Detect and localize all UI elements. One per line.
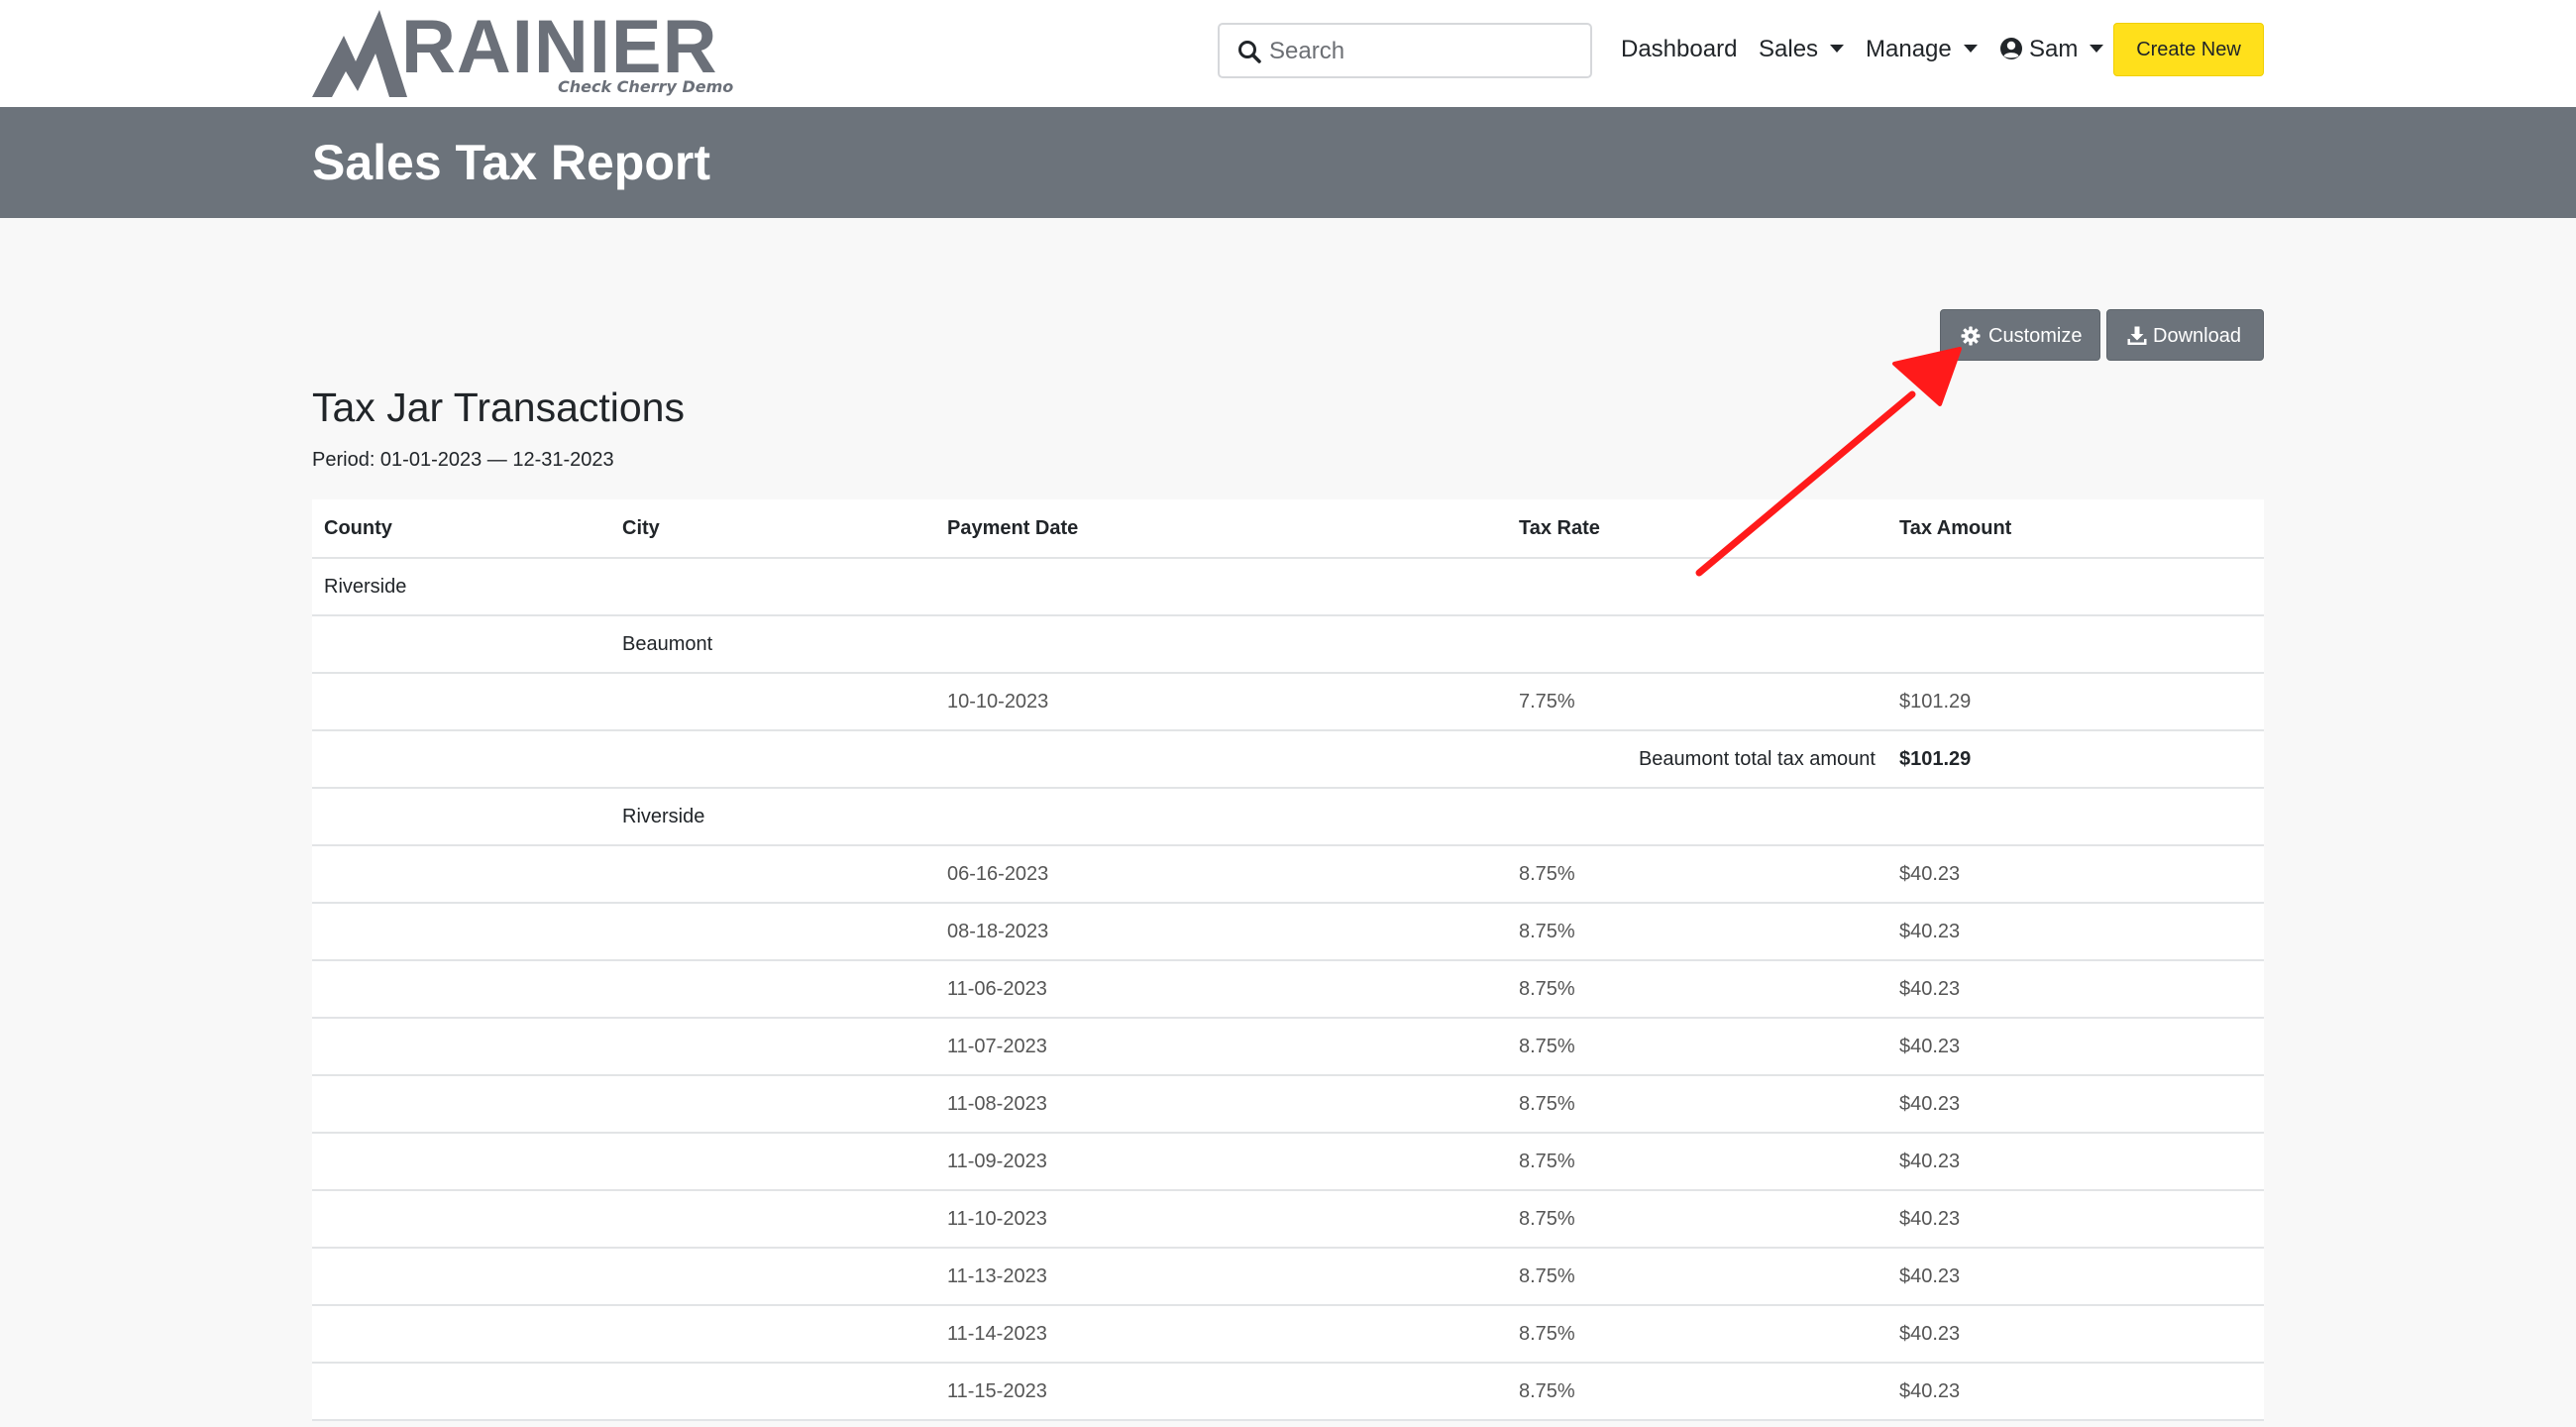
tax-amount: $40.23 [1899, 1265, 1961, 1287]
table-row: 11-10-2023 8.75% $40.23 [312, 1191, 2264, 1249]
county-group-row: Riverside [312, 559, 2264, 616]
county-name: Riverside [324, 576, 407, 598]
column-header-city[interactable]: City [622, 499, 660, 557]
table-row: 10-10-2023 7.75% $101.29 [312, 674, 2264, 731]
table-row: 11-06-2023 8.75% $40.23 [312, 961, 2264, 1019]
table-row: 11-07-2023 8.75% $40.23 [312, 1019, 2264, 1076]
page-header-band: Sales Tax Report [0, 107, 2576, 218]
customize-button[interactable]: Customize [1940, 309, 2100, 361]
payment-date: 10-10-2023 [947, 691, 1049, 713]
tax-rate: 8.75% [1519, 1380, 1575, 1402]
payment-date: 11-10-2023 [947, 1208, 1047, 1230]
tax-rate: 8.75% [1519, 978, 1575, 1000]
city-group-row: Riverside [312, 789, 2264, 846]
chevron-down-icon [2090, 45, 2104, 53]
gear-icon [1961, 326, 1981, 346]
column-header-tax-amount[interactable]: Tax Amount [1899, 499, 2011, 557]
download-button[interactable]: Download [2106, 309, 2264, 361]
tax-amount: $40.23 [1899, 863, 1961, 885]
nav-user-label: Sam [2029, 36, 2079, 62]
table-row: 06-16-2023 8.75% $40.23 [312, 846, 2264, 904]
column-header-county[interactable]: County [324, 499, 392, 557]
table-row: 11-13-2023 8.75% $40.23 [312, 1249, 2264, 1306]
nav-dashboard[interactable]: Dashboard [1621, 34, 1737, 65]
tax-rate: 8.75% [1519, 1208, 1575, 1230]
tax-amount: $40.23 [1899, 1380, 1961, 1402]
payment-date: 06-16-2023 [947, 863, 1049, 885]
chevron-down-icon [1830, 45, 1845, 53]
search-box[interactable] [1218, 23, 1592, 78]
nav-dashboard-label: Dashboard [1621, 36, 1738, 62]
nav-sales-label: Sales [1759, 36, 1819, 62]
create-new-button[interactable]: Create New [2113, 23, 2264, 76]
user-circle-icon [2000, 38, 2022, 59]
tax-rate: 8.75% [1519, 1323, 1575, 1345]
tax-rate: 8.75% [1519, 1036, 1575, 1057]
top-navbar: RAINIER Check Cherry Demo Dashboard Sale… [0, 0, 2576, 107]
table-row: 11-08-2023 8.75% $40.23 [312, 1076, 2264, 1134]
payment-date: 11-13-2023 [947, 1265, 1047, 1287]
column-header-tax-rate[interactable]: Tax Rate [1519, 499, 1600, 557]
tax-amount: $40.23 [1899, 1151, 1961, 1172]
city-total-amount: $101.29 [1899, 748, 1972, 770]
tax-rate: 8.75% [1519, 1093, 1575, 1115]
column-header-payment-date[interactable]: Payment Date [947, 499, 1078, 557]
tax-transactions-table: County City Payment Date Tax Rate Tax Am… [312, 499, 2264, 1421]
tax-rate: 7.75% [1519, 691, 1575, 713]
tax-amount: $40.23 [1899, 978, 1961, 1000]
table-header-row: County City Payment Date Tax Rate Tax Am… [312, 499, 2264, 559]
payment-date: 11-14-2023 [947, 1323, 1047, 1345]
tax-amount: $40.23 [1899, 1208, 1961, 1230]
tax-amount: $40.23 [1899, 1036, 1961, 1057]
table-row: 11-14-2023 8.75% $40.23 [312, 1306, 2264, 1364]
tax-amount: $40.23 [1899, 921, 1961, 942]
payment-date: 11-15-2023 [947, 1380, 1047, 1402]
table-row: 11-15-2023 8.75% $40.23 [312, 1364, 2264, 1421]
page-title: Sales Tax Report [312, 135, 711, 190]
tax-rate: 8.75% [1519, 863, 1575, 885]
tax-amount: $101.29 [1899, 691, 1972, 713]
city-total-label: Beaumont total tax amount [1638, 748, 1876, 770]
payment-date: 11-07-2023 [947, 1036, 1047, 1057]
download-icon [2127, 326, 2147, 345]
table-row: 08-18-2023 8.75% $40.23 [312, 904, 2264, 961]
tax-amount: $40.23 [1899, 1323, 1961, 1345]
brand-name: RAINIER [401, 5, 718, 89]
customize-label: Customize [1988, 325, 2083, 347]
tax-rate: 8.75% [1519, 921, 1575, 942]
table-row: 11-09-2023 8.75% $40.23 [312, 1134, 2264, 1191]
city-total-row: Beaumont total tax amount $101.29 [312, 731, 2264, 789]
payment-date: 11-08-2023 [947, 1093, 1047, 1115]
chevron-down-icon [1963, 45, 1978, 53]
payment-date: 11-06-2023 [947, 978, 1047, 1000]
brand-tagline: Check Cherry Demo [558, 77, 734, 96]
nav-manage-dropdown[interactable]: Manage [1866, 34, 1978, 65]
download-label: Download [2153, 325, 2241, 347]
payment-date: 11-09-2023 [947, 1151, 1047, 1172]
report-title: Tax Jar Transactions [312, 384, 685, 430]
tax-amount: $40.23 [1899, 1093, 1961, 1115]
tax-rate: 8.75% [1519, 1151, 1575, 1172]
nav-manage-label: Manage [1866, 36, 1952, 62]
search-icon [1238, 41, 1261, 63]
city-group-row: Beaumont [312, 616, 2264, 674]
city-name: Beaumont [622, 633, 713, 655]
rainier-logo[interactable]: RAINIER Check Cherry Demo [310, 5, 733, 101]
report-period: Period: 01-01-2023 — 12-31-2023 [312, 449, 614, 471]
payment-date: 08-18-2023 [947, 921, 1049, 942]
tax-rate: 8.75% [1519, 1265, 1575, 1287]
nav-user-dropdown[interactable]: Sam [1999, 34, 2104, 65]
mountain-logo-icon [312, 10, 407, 97]
nav-sales-dropdown[interactable]: Sales [1759, 34, 1845, 65]
city-name: Riverside [622, 806, 705, 827]
search-input[interactable] [1267, 33, 1578, 70]
